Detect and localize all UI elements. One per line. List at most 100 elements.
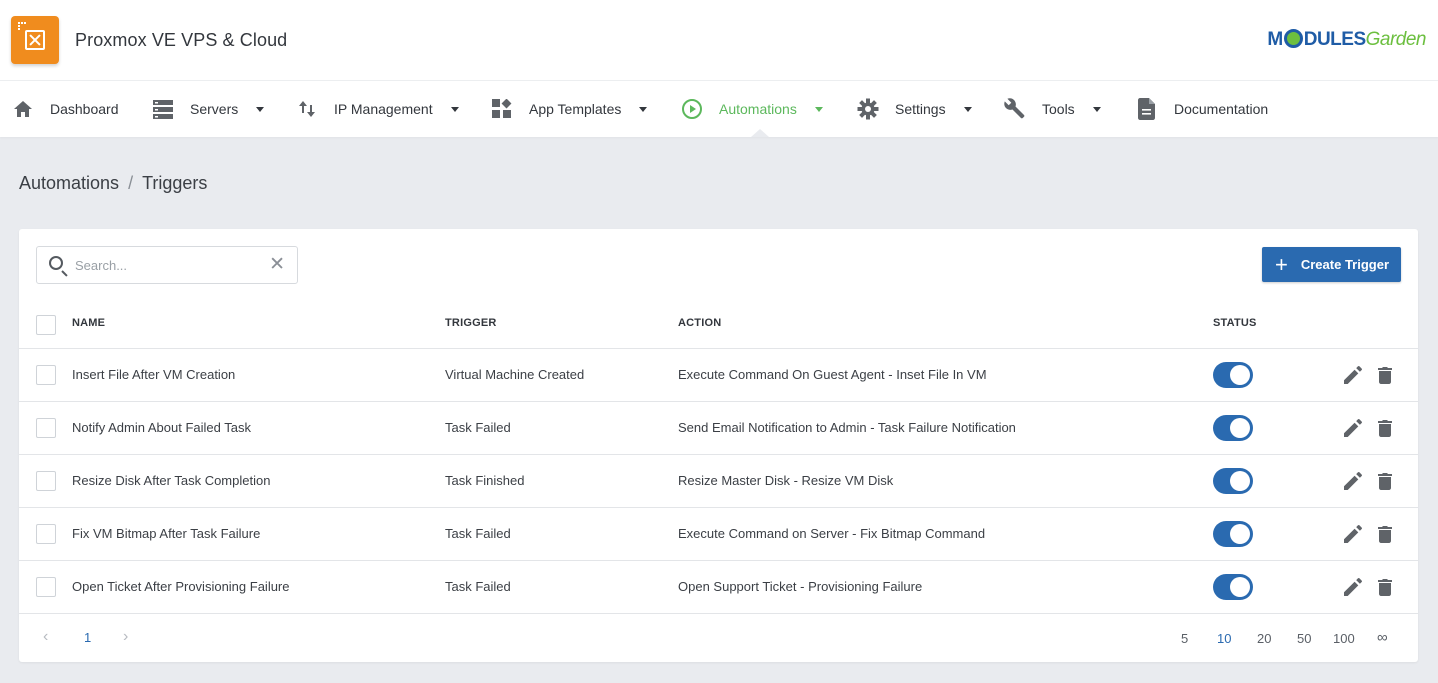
breadcrumb-current: Triggers [142, 173, 208, 193]
page-size-option[interactable]: 20 [1257, 631, 1271, 646]
page-size-option[interactable]: 50 [1297, 631, 1311, 646]
nav-item-dashboard[interactable]: Dashboard [12, 81, 119, 137]
chevron-left-icon[interactable]: ‹ [43, 628, 48, 646]
edit-pencil-icon[interactable] [1342, 576, 1364, 598]
trigger-name: Notify Admin About Failed Task [72, 420, 251, 435]
nav-label: Automations [719, 101, 797, 117]
column-header-name[interactable]: NAME [72, 317, 105, 329]
page-size-option[interactable]: ∞ [1377, 629, 1388, 646]
row-checkbox[interactable] [36, 524, 56, 544]
table-row: Resize Disk After Task Completion Task F… [19, 455, 1418, 508]
nav-label: Settings [895, 101, 946, 117]
close-icon[interactable]: ✕ [269, 255, 285, 275]
app-logo-icon[interactable] [11, 16, 59, 64]
main-navigation: Dashboard Servers IP Management App Temp… [0, 81, 1438, 137]
server-icon [152, 98, 174, 120]
page-size-option-selected[interactable]: 10 [1217, 631, 1231, 646]
create-trigger-label: Create Trigger [1300, 257, 1390, 272]
chevron-down-icon [814, 106, 823, 112]
edit-pencil-icon[interactable] [1342, 470, 1364, 492]
status-toggle[interactable] [1213, 362, 1253, 388]
page-size-option[interactable]: 100 [1333, 631, 1355, 646]
trigger-name: Resize Disk After Task Completion [72, 473, 271, 488]
delete-trash-icon[interactable] [1374, 364, 1396, 386]
pagination: ‹ 1 › [19, 614, 219, 662]
page-size-option[interactable]: 5 [1181, 631, 1188, 646]
row-checkbox[interactable] [36, 365, 56, 385]
edit-pencil-icon[interactable] [1342, 364, 1364, 386]
gear-icon [857, 98, 879, 120]
nav-label: Dashboard [50, 101, 119, 117]
nav-label: Tools [1042, 101, 1075, 117]
delete-trash-icon[interactable] [1374, 417, 1396, 439]
nav-item-app-templates[interactable]: App Templates [491, 81, 648, 137]
document-icon [1136, 98, 1158, 120]
chevron-down-icon [256, 106, 265, 112]
column-header-trigger[interactable]: TRIGGER [445, 317, 497, 329]
chevron-down-icon [450, 106, 459, 112]
edit-pencil-icon[interactable] [1342, 523, 1364, 545]
trigger-name: Open Ticket After Provisioning Failure [72, 579, 290, 594]
app-title: Proxmox VE VPS & Cloud [75, 30, 288, 50]
table-row: Fix VM Bitmap After Task Failure Task Fa… [19, 508, 1418, 561]
vendor-logo: M DULESGarden [1267, 29, 1427, 50]
chevron-right-icon[interactable]: › [123, 628, 128, 646]
play-circle-icon [681, 98, 703, 120]
trigger-action: Execute Command on Server - Fix Bitmap C… [678, 526, 986, 541]
top-header: Proxmox VE VPS & Cloud M DULESGarden [0, 0, 1438, 81]
table-row: Notify Admin About Failed Task Task Fail… [19, 402, 1418, 455]
breadcrumb: Automations / Triggers [19, 173, 207, 194]
trigger-name: Insert File After VM Creation [72, 367, 236, 382]
status-toggle[interactable] [1213, 468, 1253, 494]
search-input[interactable] [75, 255, 260, 275]
trigger-event: Virtual Machine Created [445, 367, 585, 382]
trigger-action: Open Support Ticket - Provisioning Failu… [678, 579, 923, 594]
status-toggle[interactable] [1213, 574, 1253, 600]
nav-item-documentation[interactable]: Documentation [1136, 81, 1268, 137]
chevron-down-icon [963, 106, 972, 112]
delete-trash-icon[interactable] [1374, 523, 1396, 545]
nav-item-settings[interactable]: Settings [857, 81, 972, 137]
row-checkbox[interactable] [36, 418, 56, 438]
edit-pencil-icon[interactable] [1342, 417, 1364, 439]
trigger-event: Task Failed [445, 579, 511, 594]
nav-item-tools[interactable]: Tools [1004, 81, 1101, 137]
create-trigger-button[interactable]: + Create Trigger [1262, 247, 1401, 282]
chevron-down-icon [639, 106, 648, 112]
delete-trash-icon[interactable] [1374, 576, 1396, 598]
trigger-name: Fix VM Bitmap After Task Failure [72, 526, 261, 541]
trigger-event: Task Finished [445, 473, 525, 488]
trigger-event: Task Failed [445, 526, 511, 541]
select-all-checkbox[interactable] [36, 315, 56, 335]
wrench-icon [1004, 98, 1026, 120]
widgets-icon [491, 98, 513, 120]
trigger-action: Execute Command On Guest Agent - Inset F… [678, 367, 987, 382]
column-header-status[interactable]: STATUS [1213, 317, 1257, 329]
home-icon [12, 98, 34, 120]
search-box: ✕ [36, 246, 298, 284]
status-toggle[interactable] [1213, 521, 1253, 547]
breadcrumb-section[interactable]: Automations [19, 173, 119, 193]
search-icon [49, 256, 63, 270]
status-toggle[interactable] [1213, 415, 1253, 441]
nav-label: IP Management [334, 101, 433, 117]
trigger-action: Resize Master Disk - Resize VM Disk [678, 473, 894, 488]
trigger-event: Task Failed [445, 420, 511, 435]
row-checkbox[interactable] [36, 471, 56, 491]
chevron-down-icon [1092, 106, 1101, 112]
nav-item-ip-management[interactable]: IP Management [296, 81, 459, 137]
active-nav-pointer [751, 129, 769, 137]
triggers-card: ✕ + Create Trigger NAME TRIGGER ACTION S… [19, 229, 1418, 662]
row-checkbox[interactable] [36, 577, 56, 597]
plus-icon: + [1275, 251, 1288, 277]
sort-arrows-icon [296, 98, 318, 120]
nav-label: Servers [190, 101, 239, 117]
breadcrumb-separator: / [128, 173, 134, 193]
nav-item-servers[interactable]: Servers [152, 81, 265, 137]
delete-trash-icon[interactable] [1374, 470, 1396, 492]
nav-label: Documentation [1174, 101, 1269, 117]
nav-label: App Templates [529, 101, 622, 117]
page-size-selector: 5 10 20 50 100 ∞ [1177, 614, 1407, 662]
column-header-action[interactable]: ACTION [678, 317, 721, 329]
page-number-current[interactable]: 1 [84, 630, 91, 645]
